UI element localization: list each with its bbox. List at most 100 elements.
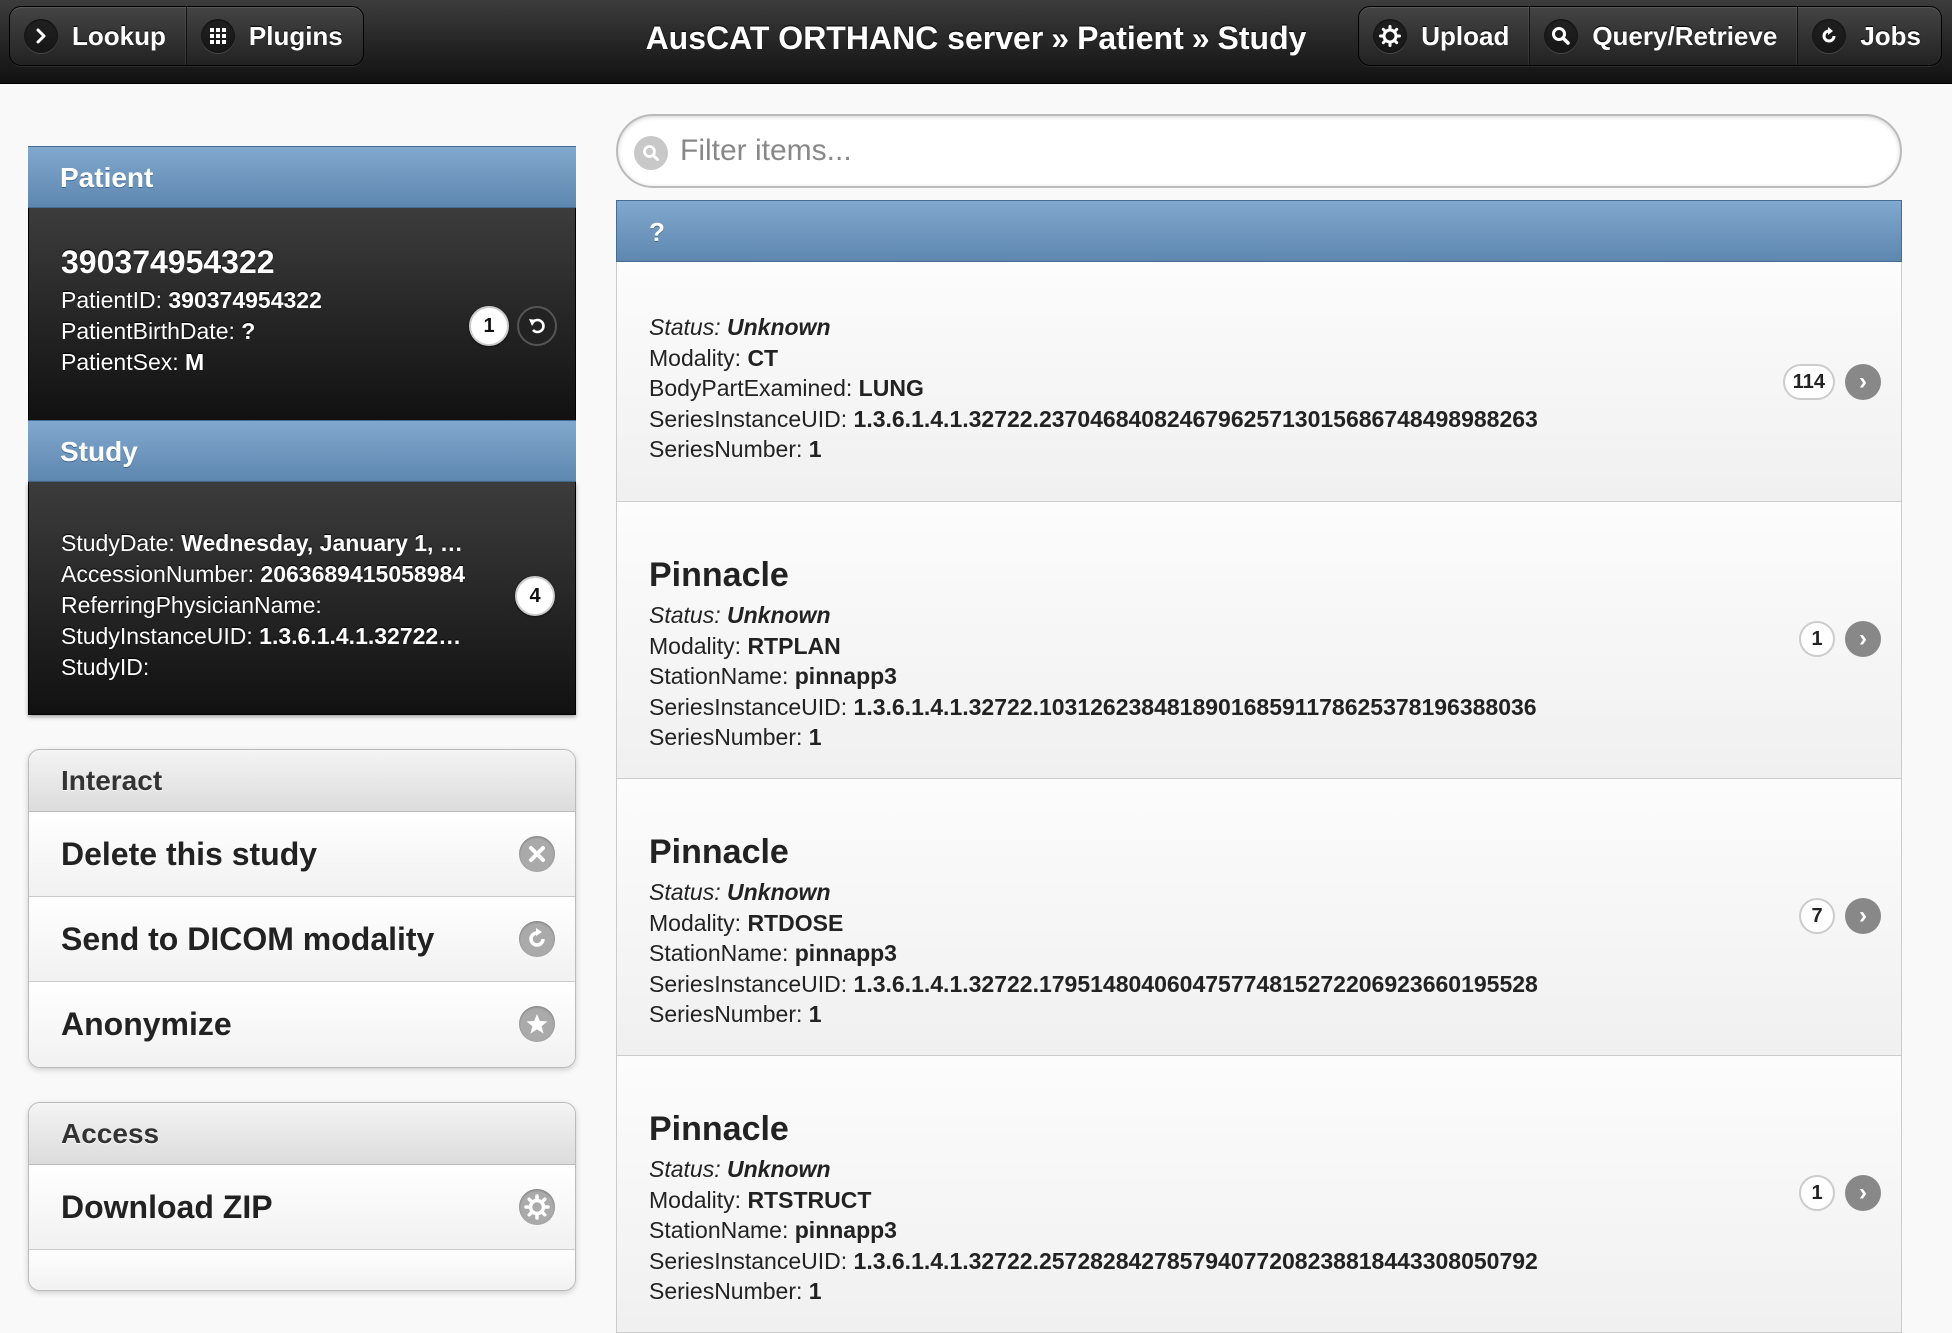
field-value: 390374954322 xyxy=(168,287,322,313)
field-key: ReferringPhysicianName: xyxy=(61,592,322,618)
chevron-right-icon[interactable]: › xyxy=(1845,364,1881,400)
filter-box xyxy=(616,114,1902,188)
field-value: 1.3.6.1.4.1.32722.2572828427857940772082… xyxy=(853,1247,1538,1274)
anonymize-button[interactable]: Anonymize xyxy=(29,982,575,1067)
instance-count-badge: 1 xyxy=(1799,621,1835,657)
field-value: pinnapp3 xyxy=(794,1217,897,1243)
series-item[interactable]: Pinnacle Status: Unknown Modality: RTDOS… xyxy=(617,779,1901,1056)
breadcrumb-patient[interactable]: Patient xyxy=(1077,20,1184,57)
query-retrieve-button[interactable]: Query/Retrieve xyxy=(1530,7,1799,65)
send-to-dicom-modality-button[interactable]: Send to DICOM modality xyxy=(29,897,575,982)
series-number-row: SeriesNumber: 1 xyxy=(649,434,1869,465)
study-section-header: Study xyxy=(28,420,576,482)
field-value: 1 xyxy=(808,436,822,462)
field-value: CT xyxy=(747,344,779,371)
breadcrumb-study: Study xyxy=(1217,19,1307,56)
field-key: PatientBirthDate: xyxy=(61,318,235,344)
delete-study-button[interactable]: Delete this study xyxy=(29,812,575,897)
field-key: SeriesNumber: xyxy=(649,1001,803,1027)
series-item[interactable]: Pinnacle Status: Unknown Modality: RTSTR… xyxy=(617,1056,1901,1333)
field-key: Modality: xyxy=(649,1186,742,1213)
field-key: AccessionNumber: xyxy=(61,561,255,587)
field-value: 1 xyxy=(808,724,822,750)
access-panel: Access Download ZIP xyxy=(28,1102,576,1291)
series-item[interactable]: Status: Unknown Modality: CT BodyPartExa… xyxy=(617,262,1901,502)
chevron-right-icon xyxy=(24,19,58,53)
series-name: Pinnacle xyxy=(649,1110,789,1148)
series-name: Pinnacle xyxy=(649,833,789,871)
breadcrumb-server[interactable]: AusCAT ORTHANC server xyxy=(646,20,1044,57)
series-status-row: Status: Unknown xyxy=(649,600,1869,631)
series-uid-row: SeriesInstanceUID: 1.3.6.1.4.1.32722.257… xyxy=(649,1246,1869,1277)
field-key: StudyDate: xyxy=(61,530,175,556)
back-arrow-icon[interactable] xyxy=(517,306,557,346)
patient-study-count-badge: 1 xyxy=(469,306,509,346)
field-value: 1 xyxy=(808,1278,822,1304)
patient-summary: 390374954322 PatientID: 390374954322 Pat… xyxy=(28,208,576,420)
field-value: pinnapp3 xyxy=(794,940,897,966)
chevron-right-icon[interactable]: › xyxy=(1845,1175,1881,1211)
field-value: 1 xyxy=(808,1001,822,1027)
series-station-row: StationName: pinnapp3 xyxy=(649,1215,1869,1246)
series-modality-row: Modality: RTDOSE xyxy=(649,908,1869,939)
refresh-icon xyxy=(1812,19,1847,53)
series-name: Pinnacle xyxy=(649,556,789,594)
series-bodypart-row: BodyPartExamined: LUNG xyxy=(649,373,1869,404)
field-key: SeriesInstanceUID: xyxy=(649,405,848,432)
grid-icon xyxy=(200,19,235,53)
breadcrumb-separator: » xyxy=(1191,19,1210,56)
field-key: StudyInstanceUID: xyxy=(61,623,253,649)
patient-id-row: PatientID: 390374954322 xyxy=(61,285,543,316)
field-key: SeriesInstanceUID: xyxy=(649,970,848,997)
study-id-row: StudyID: xyxy=(61,652,491,683)
jobs-button[interactable]: Jobs xyxy=(1798,7,1941,65)
access-panel-next-item[interactable] xyxy=(29,1250,575,1290)
accession-number-row: AccessionNumber: 2063689415058984 xyxy=(61,559,491,590)
plugins-label: Plugins xyxy=(248,20,343,51)
chevron-right-icon[interactable]: › xyxy=(1845,898,1881,934)
delete-study-label: Delete this study xyxy=(61,836,318,872)
patient-section-header: Patient xyxy=(28,146,576,208)
field-value: pinnapp3 xyxy=(794,663,897,689)
download-zip-label: Download ZIP xyxy=(61,1189,273,1225)
instance-count-badge: 114 xyxy=(1782,364,1835,400)
series-number-row: SeriesNumber: 1 xyxy=(649,999,1869,1030)
study-summary: StudyDate: Wednesday, January 1, … Acces… xyxy=(28,482,576,715)
upload-label: Upload xyxy=(1421,20,1510,51)
chevron-right-icon[interactable]: › xyxy=(1845,621,1881,657)
field-key: PatientID: xyxy=(61,287,162,313)
upload-button[interactable]: Upload xyxy=(1359,7,1531,65)
field-key: SeriesInstanceUID: xyxy=(649,1247,848,1274)
study-date-row: StudyDate: Wednesday, January 1, … xyxy=(61,528,491,559)
field-value: RTSTRUCT xyxy=(747,1186,872,1213)
series-uid-row: SeriesInstanceUID: 1.3.6.1.4.1.32722.103… xyxy=(649,692,1869,723)
plugins-button[interactable]: Plugins xyxy=(187,7,363,65)
jobs-label: Jobs xyxy=(1860,20,1921,51)
study-instance-uid-row: StudyInstanceUID: 1.3.6.1.4.1.32722… xyxy=(61,621,491,652)
field-value: Unknown xyxy=(727,314,831,340)
field-value: Unknown xyxy=(727,879,831,905)
download-zip-button[interactable]: Download ZIP xyxy=(29,1165,575,1250)
filter-input[interactable] xyxy=(678,124,1868,178)
field-key: Status: xyxy=(649,879,721,905)
field-key: SeriesNumber: xyxy=(649,436,803,462)
lookup-button[interactable]: Lookup xyxy=(10,7,187,65)
series-modality-row: Modality: CT xyxy=(649,343,1869,374)
field-value: Unknown xyxy=(727,1156,831,1182)
star-icon xyxy=(519,1006,555,1042)
gear-icon xyxy=(519,1189,555,1225)
instance-count-badge: 7 xyxy=(1799,898,1835,934)
field-value: M xyxy=(185,349,205,375)
series-number-row: SeriesNumber: 1 xyxy=(649,1276,1869,1307)
field-key: StationName: xyxy=(649,663,789,689)
field-value: RTDOSE xyxy=(747,909,844,936)
patient-sex-row: PatientSex: M xyxy=(61,347,543,378)
field-key: PatientSex: xyxy=(61,349,179,375)
field-key: SeriesInstanceUID: xyxy=(649,693,848,720)
send-to-dicom-label: Send to DICOM modality xyxy=(61,921,435,957)
series-list: Status: Unknown Modality: CT BodyPartExa… xyxy=(616,262,1902,1333)
series-uid-row: SeriesInstanceUID: 1.3.6.1.4.1.32722.179… xyxy=(649,969,1869,1000)
field-value: 1.3.6.1.4.1.32722… xyxy=(259,623,462,649)
series-item[interactable]: Pinnacle Status: Unknown Modality: RTPLA… xyxy=(617,502,1901,779)
delete-icon xyxy=(519,836,555,872)
